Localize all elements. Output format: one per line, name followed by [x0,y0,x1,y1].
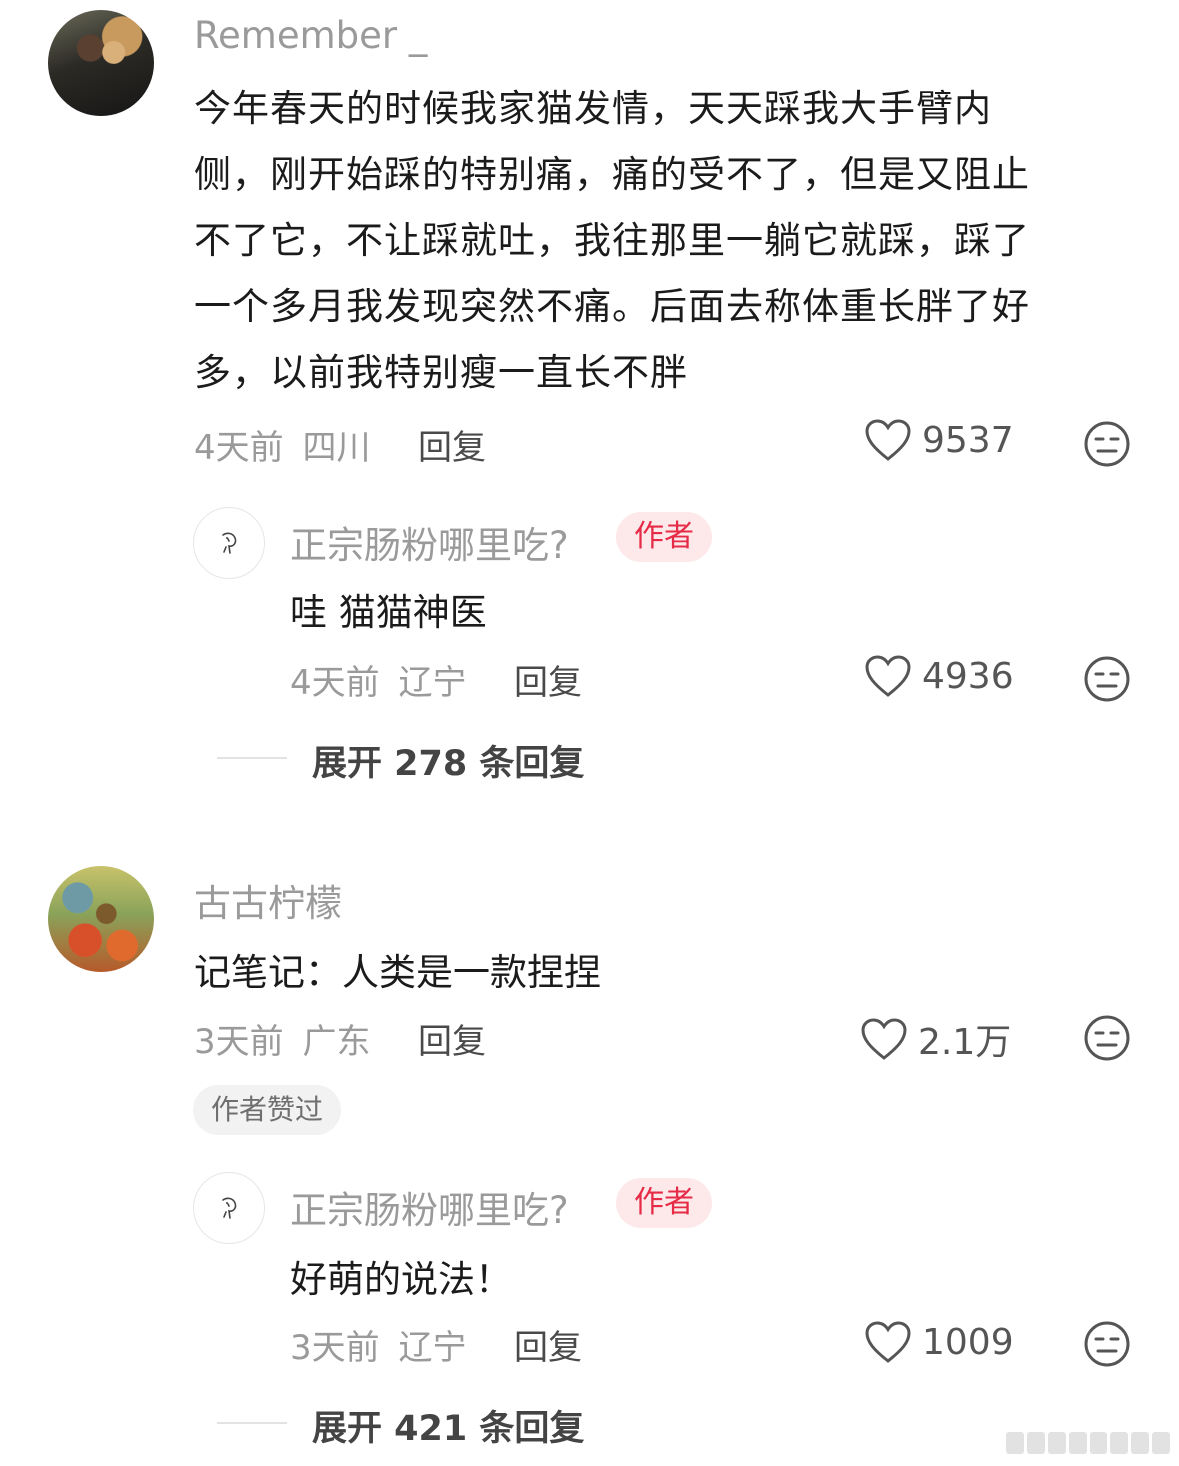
comment-username[interactable]: Remember _ [194,14,427,57]
dislike-button[interactable] [1083,420,1131,472]
neutral-face-icon [1084,1321,1130,1367]
doodle-avatar-icon [222,532,237,554]
heart-outline-icon [865,419,911,461]
avatar[interactable] [48,10,154,116]
avatar[interactable] [48,866,154,972]
reply-username[interactable]: 正宗肠粉哪里吃? [290,1180,569,1234]
comment-time: 4天前 [194,428,284,468]
reply-meta: 3天前 辽宁 [290,1320,466,1369]
comment-meta: 3天前 广东 [194,1014,370,1063]
reply-button[interactable]: 回复 [418,420,486,469]
author-liked-badge: 作者赞过 [193,1085,342,1135]
comment-location: 广东 [302,1022,371,1062]
dislike-button[interactable] [1083,1014,1131,1066]
like-button[interactable]: 1009 [864,1320,1014,1364]
reply-location: 辽宁 [398,1328,467,1368]
comment-text: 今年春天的时候我家猫发情，天天踩我大手臂内 侧，刚开始踩的特别痛，痛的受不了，但… [194,76,1030,406]
comment-location: 四川 [302,428,371,468]
comment-text-line: 今年春天的时候我家猫发情，天天踩我大手臂内 [194,87,992,130]
comment-time: 3天前 [194,1022,284,1062]
reply-time: 4天前 [290,663,380,703]
like-button[interactable]: 4936 [864,654,1014,698]
expand-replies-button[interactable]: 展开 278 条回复 [312,735,584,786]
comment-text-line: 一个多月我发现突然不痛。后面去称体重长胖了好 [194,285,1030,328]
expand-divider [217,757,287,759]
comment-text-line: 侧，刚开始踩的特别痛，痛的受不了，但是又阻止 [194,153,1030,196]
like-button[interactable]: 9537 [864,418,1014,462]
neutral-face-icon [1084,421,1130,467]
neutral-face-icon [1084,1015,1130,1061]
comment-text-line: 多，以前我特别瘦一直长不胖 [194,351,688,394]
like-button[interactable]: 2.1万 [860,1013,1011,1065]
reply-button[interactable]: 回复 [514,1320,582,1369]
like-count: 4936 [922,655,1014,697]
reply-time: 3天前 [290,1328,380,1368]
reply-text: 哇 猫猫神医 [290,591,487,634]
reply-meta: 4天前 辽宁 [290,655,466,704]
heart-outline-icon [865,655,911,697]
comment-meta: 4天前 四川 [194,420,370,469]
dislike-button[interactable] [1083,655,1131,707]
doodle-avatar-icon [222,1197,237,1219]
comment-username[interactable]: 古古柠檬 [194,873,342,927]
home-indicator [1006,1432,1170,1454]
expand-replies-button[interactable]: 展开 421 条回复 [312,1400,584,1451]
like-count: 1009 [922,1321,1014,1363]
reply-username[interactable]: 正宗肠粉哪里吃? [290,515,569,569]
reply-avatar[interactable] [193,1172,265,1244]
reply-avatar[interactable] [193,507,265,579]
reply-button[interactable]: 回复 [418,1014,486,1063]
author-tag: 作者 [616,1178,712,1228]
neutral-face-icon [1084,656,1130,702]
heart-outline-icon [861,1018,907,1060]
expand-divider [217,1422,287,1424]
reply-button[interactable]: 回复 [514,655,582,704]
reply-text: 好萌的说法！ [290,1258,512,1301]
author-tag: 作者 [616,512,712,562]
comment-text-line: 不了它，不让踩就吐，我往那里一躺它就踩，踩了 [194,219,1030,262]
heart-outline-icon [865,1321,911,1363]
like-count: 2.1万 [918,1022,1012,1063]
reply-location: 辽宁 [398,663,467,703]
comment-text: 记笔记：人类是一款捏捏 [194,951,601,994]
dislike-button[interactable] [1083,1320,1131,1372]
like-count: 9537 [922,419,1014,461]
